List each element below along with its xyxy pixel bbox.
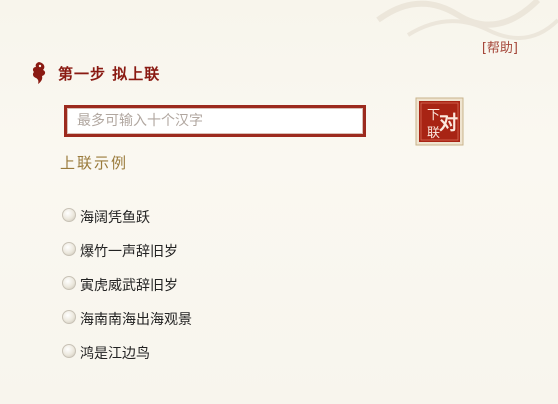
example-item[interactable]: 爆竹一声辞旧岁 xyxy=(62,234,192,268)
examples-list: 海阔凭鱼跃 爆竹一声辞旧岁 寅虎威武辞旧岁 海南南海出海观景 鸿是江边鸟 xyxy=(62,200,192,370)
phoenix-ornament-icon xyxy=(32,62,46,84)
stamp-char-3: 对 xyxy=(439,111,458,134)
radio-button-icon[interactable] xyxy=(62,310,76,324)
example-label: 爆竹一声辞旧岁 xyxy=(80,244,178,260)
example-item[interactable]: 鸿是江边鸟 xyxy=(62,336,192,370)
couplet-panel: [帮助] 第一步 拟上联 下 联 对 上联示例 海阔凭鱼跃 爆竹一声辞旧岁 寅虎… xyxy=(0,0,558,404)
radio-button-icon[interactable] xyxy=(62,276,76,290)
step-title: 第一步 拟上联 xyxy=(58,64,161,83)
first-line-input[interactable] xyxy=(67,108,363,134)
examples-title: 上联示例 xyxy=(60,154,129,172)
example-label: 海阔凭鱼跃 xyxy=(80,210,150,226)
example-item[interactable]: 海南南海出海观景 xyxy=(62,302,192,336)
example-item[interactable]: 寅虎威武辞旧岁 xyxy=(62,268,192,302)
ink-watermark-decoration xyxy=(376,0,558,40)
radio-button-icon[interactable] xyxy=(62,208,76,222)
radio-button-icon[interactable] xyxy=(62,242,76,256)
example-item[interactable]: 海阔凭鱼跃 xyxy=(62,200,192,234)
example-label: 寅虎威武辞旧岁 xyxy=(80,278,178,294)
help-link[interactable]: [帮助] xyxy=(482,37,518,56)
example-label: 海南南海出海观景 xyxy=(80,312,192,328)
step-header: 第一步 拟上联 xyxy=(30,60,160,86)
example-label: 鸿是江边鸟 xyxy=(80,346,150,362)
couplet-input-frame xyxy=(64,105,366,137)
radio-button-icon[interactable] xyxy=(62,344,76,358)
match-couplet-stamp-button[interactable]: 下 联 对 xyxy=(415,97,464,146)
